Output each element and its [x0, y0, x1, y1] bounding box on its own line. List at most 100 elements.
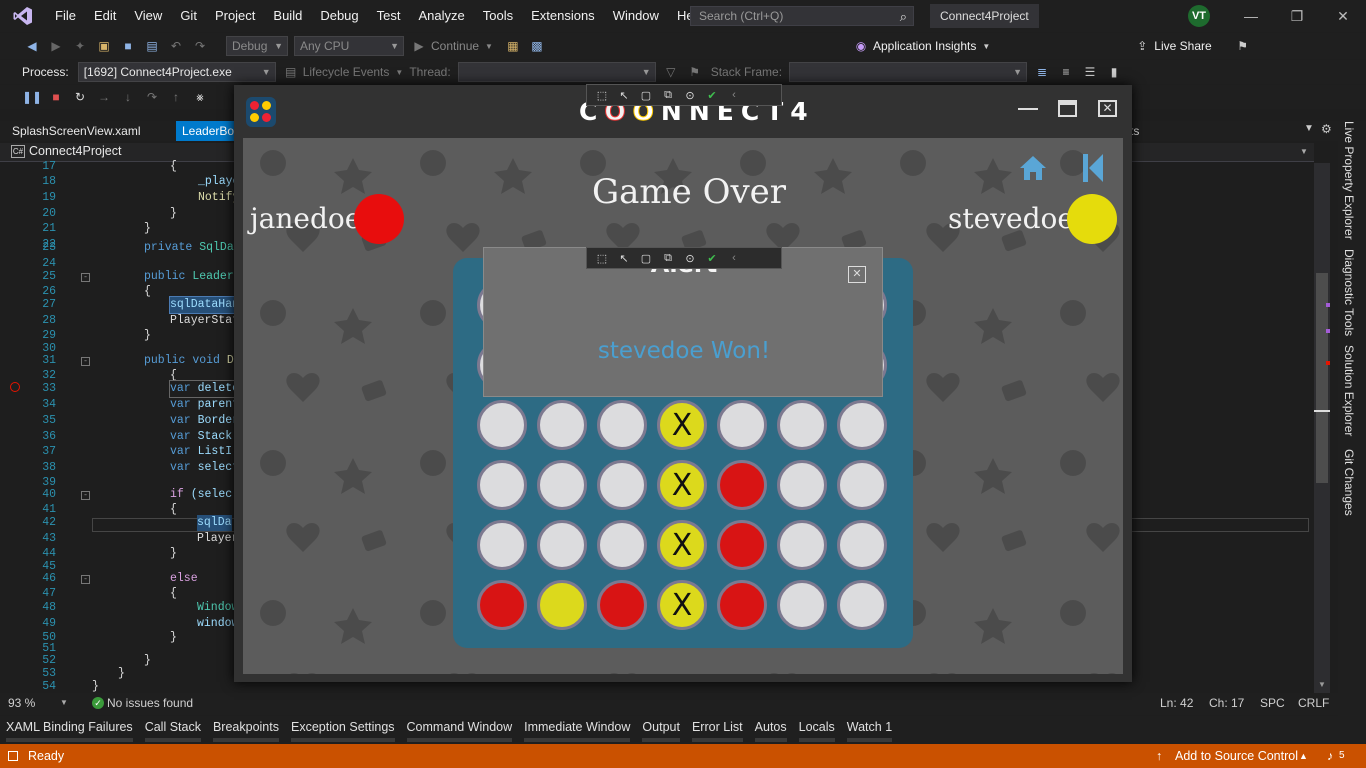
- close-icon[interactable]: ✕: [1328, 4, 1358, 28]
- board-cell[interactable]: [477, 460, 527, 510]
- lifecycle-events-button[interactable]: Lifecycle Events: [303, 65, 390, 79]
- board-cell[interactable]: [777, 520, 827, 570]
- project-dropdown[interactable]: Connect4Project: [29, 144, 121, 158]
- menu-build[interactable]: Build: [264, 0, 311, 32]
- menu-edit[interactable]: Edit: [85, 0, 125, 32]
- menu-view[interactable]: View: [125, 0, 171, 32]
- track-focus-icon[interactable]: ⧉: [657, 86, 679, 104]
- menu-debug[interactable]: Debug: [311, 0, 367, 32]
- play-icon[interactable]: ▶: [410, 37, 428, 55]
- board-cell[interactable]: X: [657, 400, 707, 450]
- stack-frame-dropdown[interactable]: ▼: [789, 62, 1028, 82]
- avatar[interactable]: VT: [1188, 5, 1210, 27]
- select-pointer-icon[interactable]: ↖: [613, 86, 635, 104]
- board-cell[interactable]: [597, 520, 647, 570]
- board-cell[interactable]: [777, 400, 827, 450]
- menu-file[interactable]: File: [46, 0, 85, 32]
- breakpoint-icon[interactable]: [10, 382, 20, 392]
- tab-splashscreenview[interactable]: SplashScreenView.xaml: [6, 121, 147, 141]
- process-dropdown[interactable]: [1692] Connect4Project.exe ▼: [77, 62, 276, 82]
- stop-icon[interactable]: ■: [47, 88, 65, 106]
- board-cell[interactable]: [477, 400, 527, 450]
- board-cell[interactable]: [537, 400, 587, 450]
- board-cell[interactable]: [717, 400, 767, 450]
- board-cell[interactable]: X: [657, 520, 707, 570]
- hot-reload-status-icon[interactable]: ⊙: [679, 249, 701, 267]
- board-cell[interactable]: [537, 460, 587, 510]
- menu-extensions[interactable]: Extensions: [522, 0, 604, 32]
- tab-xaml-binding-failures[interactable]: XAML Binding Failures: [0, 716, 139, 744]
- menu-tools[interactable]: Tools: [474, 0, 522, 32]
- tab-locals[interactable]: Locals: [793, 716, 841, 744]
- menu-window[interactable]: Window: [604, 0, 668, 32]
- chevron-up-icon[interactable]: ▲: [1299, 744, 1308, 768]
- continue-button[interactable]: Continue: [431, 39, 479, 53]
- thread-dropdown[interactable]: ▼: [457, 62, 656, 82]
- board-cell[interactable]: [837, 520, 887, 570]
- minimize-icon[interactable]: —: [1236, 4, 1266, 28]
- restore-icon[interactable]: ❐: [1282, 4, 1312, 28]
- board-cell[interactable]: [477, 580, 527, 630]
- tab-solution-explorer[interactable]: Solution Explorer: [1342, 345, 1356, 436]
- board-cell[interactable]: [537, 580, 587, 630]
- tab-live-property-explorer[interactable]: Live Property Explorer: [1342, 121, 1356, 240]
- tab-breakpoints[interactable]: Breakpoints: [207, 716, 285, 744]
- app-maximize-icon[interactable]: [1058, 100, 1077, 117]
- back-to-start-icon[interactable]: [1081, 152, 1105, 184]
- tab-exception-settings[interactable]: Exception Settings: [285, 716, 401, 744]
- fold-icon[interactable]: -: [81, 491, 90, 500]
- app-close-icon[interactable]: ✕: [1098, 100, 1117, 117]
- search-box[interactable]: Search (Ctrl+Q) ⌕: [690, 6, 914, 26]
- undo-icon[interactable]: ↶: [167, 37, 185, 55]
- filter-icon[interactable]: ▽: [662, 63, 680, 81]
- bookmark-icon[interactable]: ▮: [1105, 63, 1123, 81]
- menu-test[interactable]: Test: [368, 0, 410, 32]
- board-cell[interactable]: [837, 400, 887, 450]
- tab-output[interactable]: Output: [636, 716, 686, 744]
- board-cell[interactable]: [777, 460, 827, 510]
- redo-icon[interactable]: ↷: [191, 37, 209, 55]
- fold-icon[interactable]: -: [81, 273, 90, 282]
- open-folder-icon[interactable]: ▣: [95, 37, 113, 55]
- app-minimize-icon[interactable]: [1018, 108, 1038, 110]
- back-icon[interactable]: ◀: [23, 37, 41, 55]
- tab-command-window[interactable]: Command Window: [401, 716, 519, 744]
- hot-reload-status-icon[interactable]: ⊙: [679, 86, 701, 104]
- board-cell[interactable]: [777, 580, 827, 630]
- toggle-threads-icon[interactable]: ≣: [1033, 63, 1051, 81]
- step-over-icon[interactable]: ↷: [143, 88, 161, 106]
- board-cell[interactable]: [837, 460, 887, 510]
- step-out-icon[interactable]: ↑: [167, 88, 185, 106]
- save-icon[interactable]: ■: [119, 37, 137, 55]
- fold-icon[interactable]: -: [81, 575, 90, 584]
- track-focus-icon[interactable]: ⧉: [657, 249, 679, 267]
- show-next-statement-icon[interactable]: →: [95, 88, 113, 106]
- menu-git[interactable]: Git: [171, 0, 206, 32]
- save-all-icon[interactable]: ▤: [143, 37, 161, 55]
- chevron-down-icon[interactable]: ▼: [60, 698, 68, 707]
- board-cell[interactable]: [537, 520, 587, 570]
- board-cell[interactable]: [717, 520, 767, 570]
- hot-reload-icon[interactable]: ▦: [504, 37, 522, 55]
- display-adorners-icon[interactable]: ▢: [635, 249, 657, 267]
- home-icon[interactable]: [1018, 154, 1048, 182]
- pause-icon[interactable]: ❚❚: [22, 88, 42, 106]
- editor-scrollbar[interactable]: ▼: [1314, 163, 1330, 693]
- config-dropdown[interactable]: Debug ▼: [226, 36, 288, 56]
- collapse-icon[interactable]: ‹: [723, 86, 745, 104]
- list-icon[interactable]: ≡: [1057, 63, 1075, 81]
- step-into-icon[interactable]: ↓: [119, 88, 137, 106]
- tab-autos[interactable]: Autos: [749, 716, 793, 744]
- fold-icon[interactable]: -: [81, 357, 90, 366]
- live-share-button[interactable]: Live Share: [1154, 39, 1211, 53]
- menu-project[interactable]: Project: [206, 0, 264, 32]
- notification-bell-icon[interactable]: ♪: [1327, 744, 1333, 768]
- board-cell[interactable]: [597, 400, 647, 450]
- alert-close-icon[interactable]: ✕: [848, 266, 866, 283]
- restart-icon[interactable]: ↻: [71, 88, 89, 106]
- feedback-icon[interactable]: ⚑: [1234, 37, 1252, 55]
- gear-icon[interactable]: ⚙: [1321, 122, 1332, 136]
- add-to-source-control-button[interactable]: Add to Source Control: [1175, 744, 1298, 768]
- tab-call-stack[interactable]: Call Stack: [139, 716, 207, 744]
- select-element-icon[interactable]: ⬚: [591, 249, 613, 267]
